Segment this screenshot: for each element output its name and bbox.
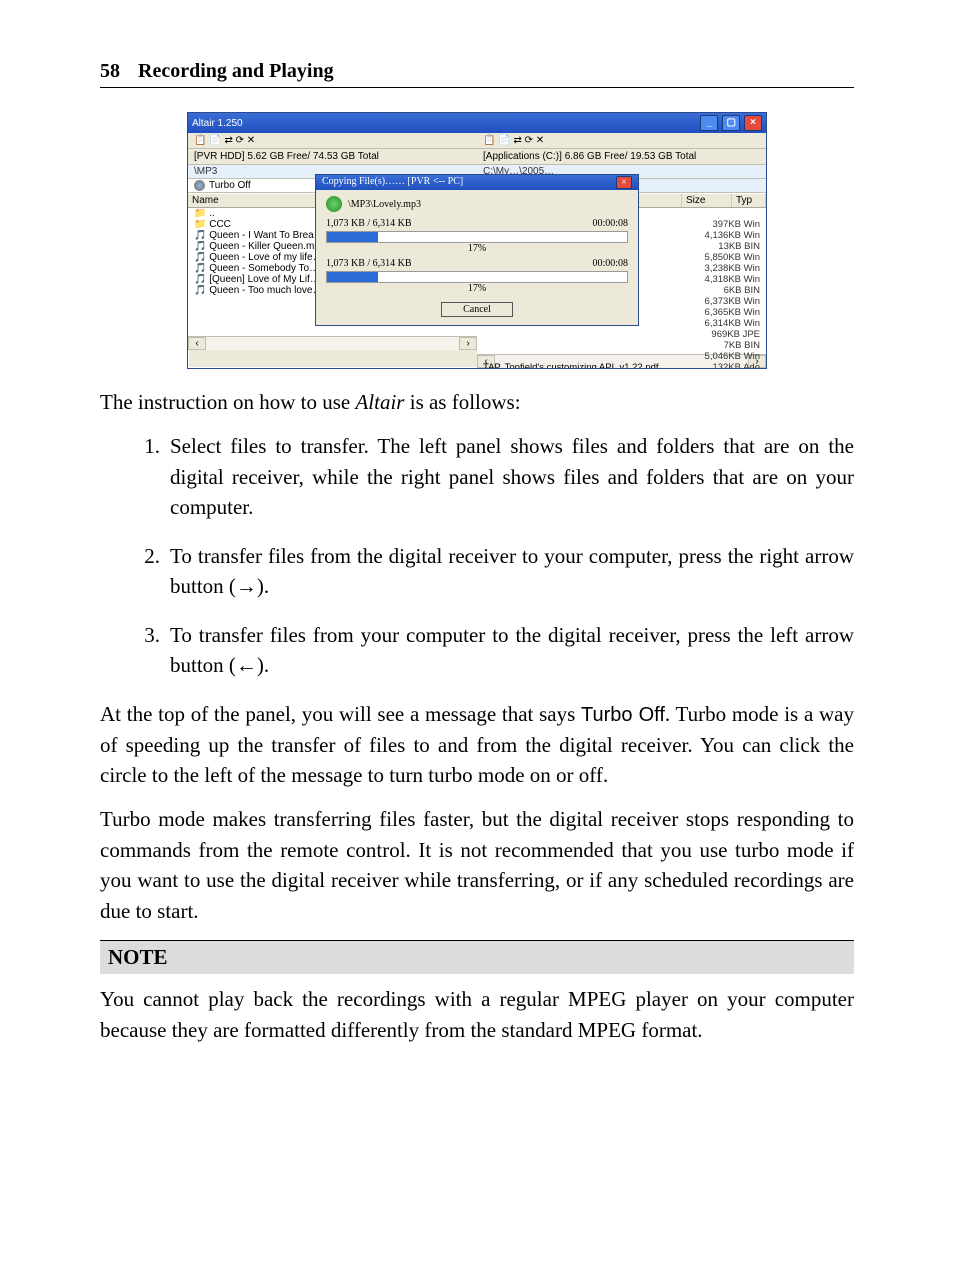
list-item[interactable]: 7KB BIN <box>477 340 766 351</box>
note-heading: NOTE <box>100 940 854 974</box>
instruction-item: 2. To transfer files from the digital re… <box>100 541 854 602</box>
section-title: Recording and Playing <box>138 60 334 82</box>
col-type[interactable]: Typ <box>732 194 766 207</box>
app-name-italic: Altair <box>355 390 404 414</box>
copy-filename: \MP3\Lovely.mp3 <box>348 199 421 210</box>
step-text: To transfer files from your computer to … <box>170 620 854 681</box>
scroll-right-icon[interactable]: › <box>459 337 477 350</box>
dialog-close-icon[interactable]: × <box>616 176 632 189</box>
note-body: You cannot play back the recordings with… <box>100 984 854 1045</box>
copy-dialog: Copying File(s)…… [PVR <-- PC] × \MP3\Lo… <box>315 174 639 326</box>
turbo-paragraph-1: At the top of the panel, you will see a … <box>100 699 854 791</box>
step-number: 2. <box>100 541 170 602</box>
turbo-off-label: Turbo Off <box>581 704 665 726</box>
step-text: Select files to transfer. The left panel… <box>170 431 854 522</box>
total-progress-bar <box>326 271 628 283</box>
copy-progress-kb: 1,073 KB / 6,314 KB <box>326 218 412 229</box>
col-size[interactable]: Size <box>682 194 732 207</box>
right-capacity: [Applications (C:)] 6.86 GB Free/ 19.53 … <box>477 149 766 165</box>
instruction-list: 1. Select files to transfer. The left pa… <box>100 431 854 680</box>
turbo-label: Turbo Off <box>209 180 251 191</box>
left-capacity: [PVR HDD] 5.62 GB Free/ 74.53 GB Total <box>188 149 477 165</box>
step-number: 3. <box>100 620 170 681</box>
window-controls: _ ▢ × <box>699 115 762 131</box>
close-icon[interactable]: × <box>744 115 762 131</box>
cancel-button[interactable]: Cancel <box>441 302 513 317</box>
p2a: At the top of the panel, you will see a … <box>100 702 581 726</box>
maximize-icon[interactable]: ▢ <box>722 115 740 131</box>
transfer-icon <box>326 196 342 212</box>
running-head: 58 Recording and Playing <box>100 60 854 88</box>
scroll-left-icon[interactable]: ‹ <box>188 337 206 350</box>
step-number: 1. <box>100 431 170 522</box>
file-progress-bar <box>326 231 628 243</box>
step-text: To transfer files from the digital recei… <box>170 541 854 602</box>
left-scrollbar[interactable]: ‹ › <box>188 336 477 350</box>
list-item[interactable]: 5,046KB Win <box>477 351 766 362</box>
total-progress-kb: 1,073 KB / 6,314 KB <box>326 258 412 269</box>
window-titlebar: Altair 1.250 _ ▢ × <box>188 113 766 133</box>
intro-text: The instruction on how to use <box>100 390 355 414</box>
instruction-item: 3. To transfer files from your computer … <box>100 620 854 681</box>
copy-dialog-title: Copying File(s)…… [PVR <-- PC] <box>322 176 463 189</box>
right-toolbar: 📋 📄 ⇄ ⟳ ✕ <box>477 133 766 149</box>
turbo-dot-icon <box>194 180 205 191</box>
list-item[interactable]: 969KB JPE <box>477 329 766 340</box>
intro-tail: is as follows: <box>404 390 520 414</box>
total-progress-pct: 17% <box>326 283 628 294</box>
file-progress-pct: 17% <box>326 243 628 254</box>
instruction-item: 1. Select files to transfer. The left pa… <box>100 431 854 522</box>
total-elapsed: 00:00:08 <box>592 258 628 269</box>
minimize-icon[interactable]: _ <box>700 115 718 131</box>
intro-paragraph: The instruction on how to use Altair is … <box>100 387 854 417</box>
turbo-paragraph-2: Turbo mode makes transferring files fast… <box>100 804 854 926</box>
page-number: 58 <box>100 60 120 82</box>
copy-elapsed: 00:00:08 <box>592 218 628 229</box>
list-item[interactable]: TAP, Topfield's customizing API, v1.22.p… <box>477 362 766 368</box>
altair-screenshot: Altair 1.250 _ ▢ × 📋 📄 ⇄ ⟳ ✕ [PVR HDD] 5… <box>187 112 767 369</box>
left-toolbar: 📋 📄 ⇄ ⟳ ✕ <box>188 133 477 149</box>
window-title: Altair 1.250 <box>192 118 243 129</box>
